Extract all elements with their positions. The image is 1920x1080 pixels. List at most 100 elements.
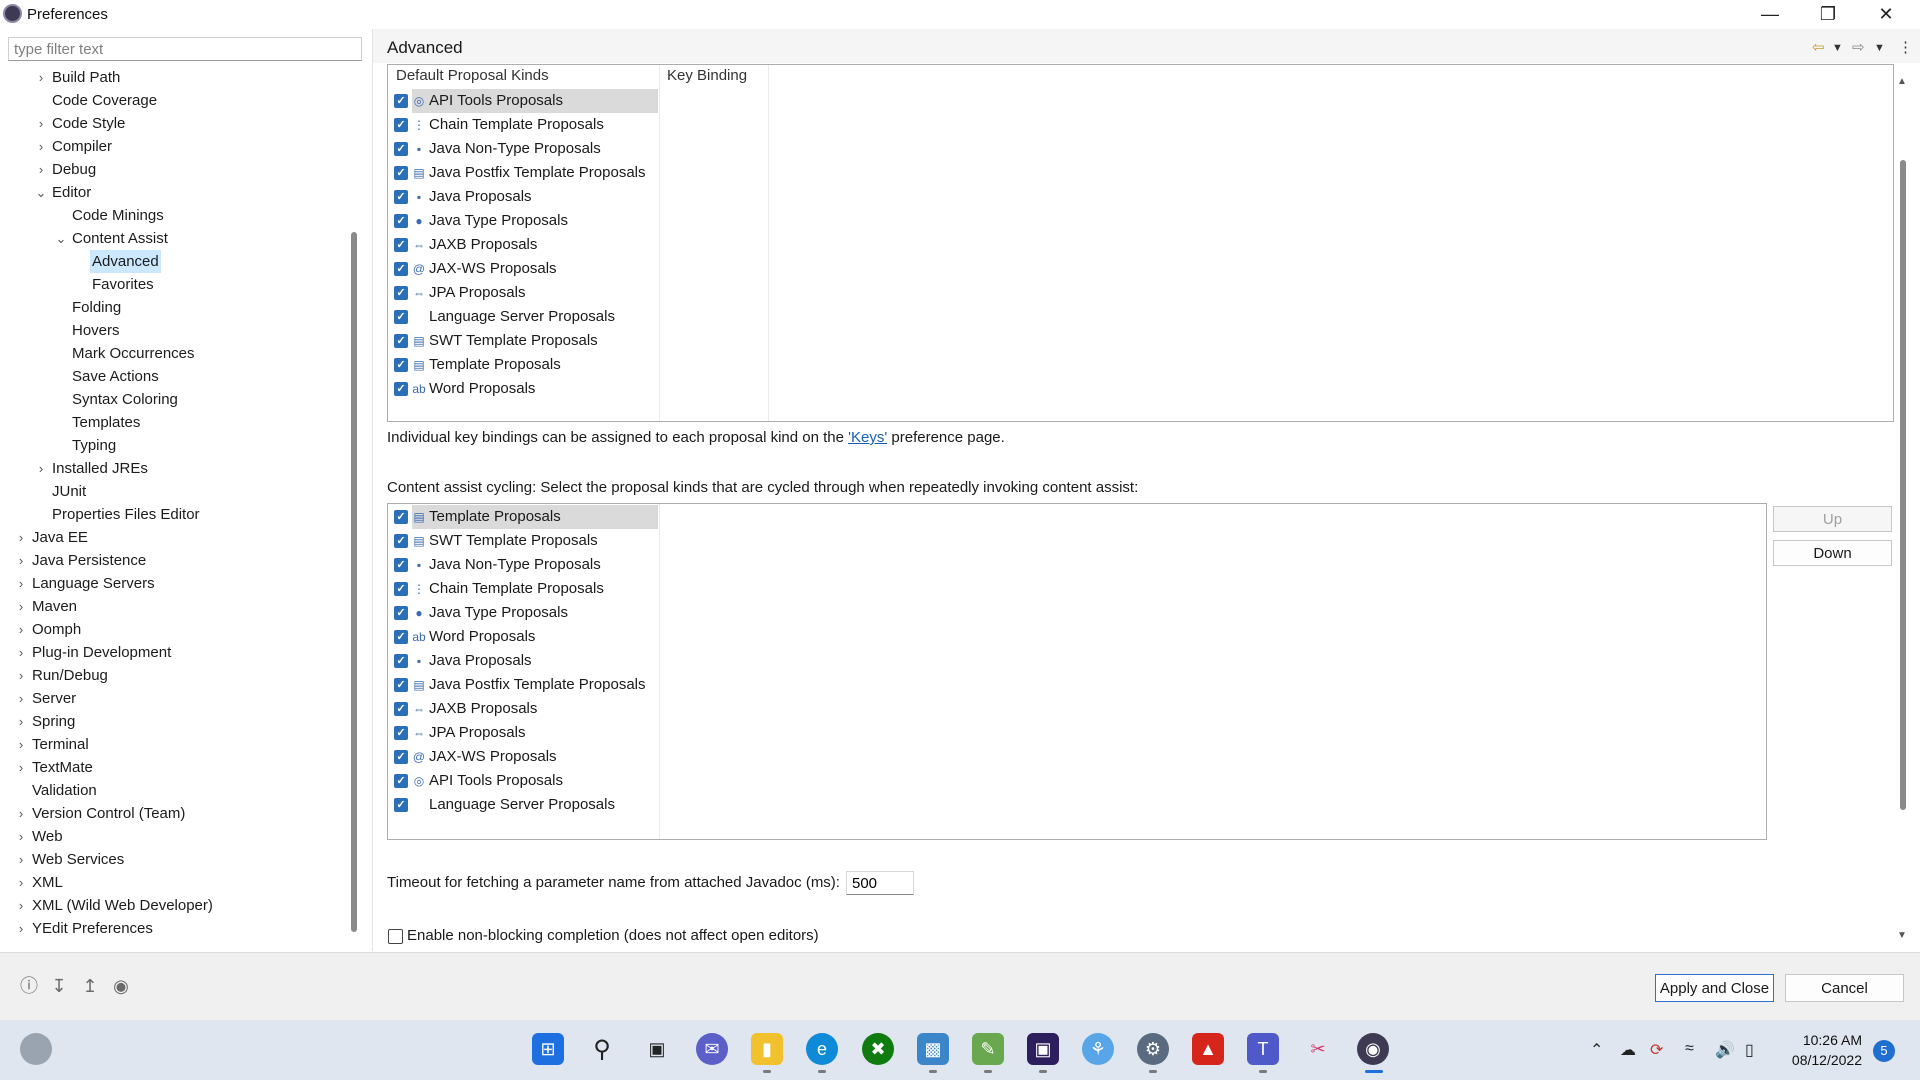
view-menu-icon[interactable]: ⋮	[1898, 38, 1913, 56]
search-icon[interactable]: ⚲	[586, 1033, 618, 1065]
proposal-checkbox[interactable]: ✓	[394, 630, 408, 644]
chevron-right-icon[interactable]: ›	[14, 549, 28, 572]
tree-item[interactable]: › Java EE	[0, 526, 350, 549]
tree-item[interactable]: › TextMate	[0, 756, 350, 779]
proposal-checkbox[interactable]: ✓	[394, 238, 408, 252]
clock-date[interactable]: 08/12/2022	[1786, 1052, 1862, 1068]
help-icon[interactable]: ⓘ	[18, 975, 40, 997]
tree-item[interactable]: › Web Services	[0, 848, 350, 871]
volume-icon[interactable]: 🔊	[1715, 1040, 1735, 1060]
tree-item[interactable]: › Maven	[0, 595, 350, 618]
chevron-right-icon[interactable]: ›	[34, 66, 48, 89]
start-icon[interactable]: ⊞	[532, 1033, 564, 1065]
proposal-row[interactable]: ✓ ▤ SWT Template Proposals	[388, 329, 658, 353]
proposal-checkbox[interactable]: ✓	[394, 310, 408, 324]
proposal-checkbox[interactable]: ✓	[394, 166, 408, 180]
proposal-row[interactable]: ✓ ▪ Java Non-Type Proposals	[388, 553, 658, 577]
xbox-icon[interactable]: ✖	[862, 1033, 894, 1065]
tree-item[interactable]: JUnit	[0, 480, 350, 503]
wifi-icon[interactable]: ≈	[1685, 1040, 1694, 1058]
tree-scrollbar[interactable]	[351, 232, 357, 932]
tree-item[interactable]: ⌄ Content Assist	[0, 227, 350, 250]
tree-item[interactable]: › Web	[0, 825, 350, 848]
tree-item[interactable]: Advanced	[0, 250, 350, 273]
proposal-row[interactable]: ✓ ▪ Java Non-Type Proposals	[388, 137, 658, 161]
proposal-checkbox[interactable]: ✓	[394, 702, 408, 716]
proposal-row[interactable]: ✓ ⋮ Chain Template Proposals	[388, 577, 658, 601]
proposal-checkbox[interactable]: ✓	[394, 582, 408, 596]
proposal-row[interactable]: ✓ ▤ Template Proposals	[388, 353, 658, 377]
chevron-right-icon[interactable]: ›	[14, 894, 28, 917]
oomph-icon[interactable]: ◉	[110, 975, 132, 997]
app-icon-3[interactable]: ▣	[1027, 1033, 1059, 1065]
proposal-checkbox[interactable]: ✓	[394, 774, 408, 788]
weather-icon[interactable]	[20, 1033, 52, 1065]
acrobat-icon[interactable]: ▲	[1192, 1033, 1224, 1065]
default-proposal-table[interactable]: Default Proposal Kinds Key Binding ✓ ◎ API…	[387, 64, 1894, 422]
import-icon[interactable]: ↧	[48, 975, 70, 997]
clock-time[interactable]: 10:26 AM	[1800, 1032, 1862, 1048]
preference-tree[interactable]: › Build Path Code Coverage › Code Style › Comp…	[0, 66, 358, 941]
proposal-checkbox[interactable]: ✓	[394, 334, 408, 348]
chevron-up-icon[interactable]: ⌃	[1590, 1040, 1603, 1060]
tree-item[interactable]: › XML (Wild Web Developer)	[0, 894, 350, 917]
snipping-icon[interactable]: ✂	[1302, 1033, 1334, 1065]
forward-dropdown-icon[interactable]: ▼	[1874, 42, 1885, 54]
proposal-row[interactable]: ✓ ⇔ JAXB Proposals	[388, 697, 658, 721]
tree-item[interactable]: › Code Style	[0, 112, 350, 135]
proposal-checkbox[interactable]: ✓	[394, 286, 408, 300]
chevron-right-icon[interactable]: ›	[14, 572, 28, 595]
tree-item[interactable]: Hovers	[0, 319, 350, 342]
chevron-right-icon[interactable]: ›	[14, 756, 28, 779]
chevron-right-icon[interactable]: ›	[14, 687, 28, 710]
export-icon[interactable]: ↥	[79, 975, 101, 997]
tree-item[interactable]: › Terminal	[0, 733, 350, 756]
proposal-row[interactable]: ✓ ▤ Java Postfix Template Proposals	[388, 161, 658, 185]
proposal-checkbox[interactable]: ✓	[394, 558, 408, 572]
tree-item[interactable]: Favorites	[0, 273, 350, 296]
proposal-checkbox[interactable]: ✓	[394, 654, 408, 668]
proposal-checkbox[interactable]: ✓	[394, 750, 408, 764]
tree-item[interactable]: Validation	[0, 779, 350, 802]
proposal-row[interactable]: ✓ ▤ Template Proposals	[388, 505, 658, 529]
proposal-checkbox[interactable]: ✓	[394, 190, 408, 204]
tree-item[interactable]: › Version Control (Team)	[0, 802, 350, 825]
proposal-row[interactable]: ✓ ▪ Java Proposals	[388, 649, 658, 673]
proposal-checkbox[interactable]: ✓	[394, 118, 408, 132]
tree-item[interactable]: › Oomph	[0, 618, 350, 641]
proposal-row[interactable]: ✓ ▤ SWT Template Proposals	[388, 529, 658, 553]
chevron-right-icon[interactable]: ›	[34, 158, 48, 181]
proposal-row[interactable]: ✓ ◎ API Tools Proposals	[388, 89, 658, 113]
tree-item[interactable]: › Build Path	[0, 66, 350, 89]
page-scrollbar[interactable]	[1900, 160, 1906, 810]
chevron-right-icon[interactable]: ›	[14, 526, 28, 549]
proposal-checkbox[interactable]: ✓	[394, 606, 408, 620]
nonblocking-checkbox[interactable]	[388, 929, 403, 944]
tree-item[interactable]: › Spring	[0, 710, 350, 733]
proposal-row[interactable]: ✓ ab Word Proposals	[388, 625, 658, 649]
tree-item[interactable]: › YEdit Preferences	[0, 917, 350, 940]
tree-item[interactable]: Folding	[0, 296, 350, 319]
chevron-right-icon[interactable]: ›	[14, 825, 28, 848]
tree-item[interactable]: Typing	[0, 434, 350, 457]
chevron-right-icon[interactable]: ›	[14, 618, 28, 641]
battery-icon[interactable]: ▯	[1745, 1040, 1754, 1060]
back-arrow-icon[interactable]: ⇦	[1812, 38, 1825, 56]
tree-item[interactable]: Code Coverage	[0, 89, 350, 112]
proposal-row[interactable]: ✓ ⇔ JPA Proposals	[388, 721, 658, 745]
tree-item[interactable]: Code Minings	[0, 204, 350, 227]
proposal-row[interactable]: ✓ Language Server Proposals	[388, 793, 658, 817]
sash-divider[interactable]	[372, 29, 373, 951]
tree-item[interactable]: › Installed JREs	[0, 457, 350, 480]
chevron-right-icon[interactable]: ›	[14, 848, 28, 871]
proposal-checkbox[interactable]: ✓	[394, 678, 408, 692]
scroll-down-arrow-icon[interactable]: ▼	[1897, 930, 1907, 941]
chevron-right-icon[interactable]: ›	[14, 871, 28, 894]
timeout-input[interactable]	[846, 871, 914, 895]
chevron-right-icon[interactable]: ›	[14, 802, 28, 825]
sync-icon[interactable]: ⟳	[1650, 1040, 1663, 1060]
proposal-row[interactable]: ✓ @ JAX-WS Proposals	[388, 745, 658, 769]
cycling-proposal-table[interactable]: ✓ ▤ Template Proposals ✓ ▤ SWT Template Propo…	[387, 503, 1767, 840]
cancel-button[interactable]: Cancel	[1785, 974, 1904, 1002]
app-icon-2[interactable]: ✎	[972, 1033, 1004, 1065]
